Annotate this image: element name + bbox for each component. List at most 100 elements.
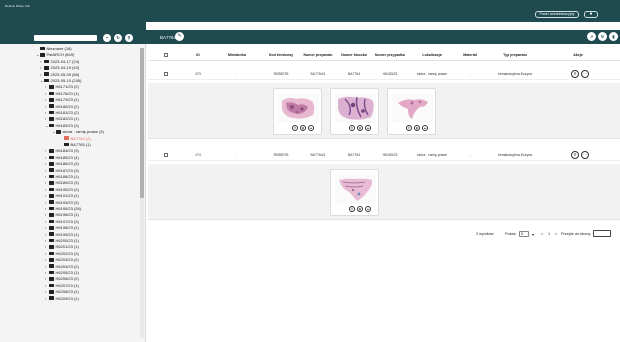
folder-icon	[49, 264, 54, 268]
thumb-zoom-button[interactable]: ⚲	[349, 206, 355, 212]
tree-item-label: 2023-04-19 (43)	[50, 65, 80, 71]
tree-item[interactable]: › H6202/23 (3)	[45, 251, 79, 256]
col-slide-type[interactable]: Typ preparatu	[503, 53, 527, 57]
next-page-button[interactable]: >	[555, 232, 557, 236]
tree-item[interactable]: › H6179/23 (1)	[45, 97, 79, 102]
view-button[interactable]: ⚲	[571, 151, 579, 159]
col-barcode[interactable]: Kod kreskowy	[269, 53, 293, 57]
tree-item[interactable]: › H6180/23 (2)	[45, 104, 79, 109]
tree-item[interactable]: › H6200/23 (1)	[45, 238, 79, 243]
col-id[interactable]: ID	[196, 53, 200, 57]
thumb-upload-button[interactable]: ▲	[365, 206, 371, 212]
tree-item[interactable]: › H6190/23 (2)	[45, 187, 79, 192]
tree-item[interactable]: Nieznane (18)	[36, 46, 72, 51]
tree-item[interactable]: › H6176/23 (1)	[45, 91, 79, 96]
add-folder-button[interactable]: +	[103, 34, 111, 42]
thumb-zoom-button[interactable]: ⚲	[292, 125, 298, 131]
tree-item[interactable]: › H6198/23 (1)	[45, 225, 79, 230]
tree-item[interactable]: › H6203/23 (2)	[45, 257, 79, 262]
tree-item[interactable]: › H6208/23 (1)	[45, 289, 79, 294]
tree-item[interactable]: BA7765 (1)	[60, 142, 91, 147]
tree-item[interactable]: ⌄ skóra - ramię prawe (3)	[52, 129, 104, 134]
tree-item[interactable]: › H6186/23 (3)	[45, 161, 79, 166]
col-material[interactable]: Materiał	[463, 53, 477, 57]
col-slide-number[interactable]: Numer preparatu	[304, 53, 333, 57]
col-location[interactable]: Lokalizacja	[422, 53, 441, 57]
logo[interactable]: MSU Medical Slides Unit	[5, 4, 183, 37]
thumb-upload-button[interactable]: ▲	[308, 125, 314, 131]
row-checkbox[interactable]	[164, 153, 168, 157]
tree-item[interactable]: › H6189/23 (3)	[45, 180, 79, 185]
tree-item[interactable]: › H6187/23 (3)	[45, 168, 79, 173]
tree-item[interactable]: › H6193/23 (3)	[45, 200, 79, 205]
tree-item[interactable]: ⌄ PatARCH (849)	[36, 52, 74, 57]
thumb-upload-button[interactable]: ▲	[365, 125, 371, 131]
tree-item[interactable]: › 2023-04-17 (24)	[40, 59, 79, 64]
tree-item[interactable]: ⌄ 2023-05-10 (245)	[40, 78, 81, 83]
tree-item[interactable]: ⌄ H6183/23 (3)	[45, 123, 79, 128]
tree-item[interactable]: › H6188/23 (1)	[45, 174, 79, 179]
admin-panel-button[interactable]: Panel administracyjny	[535, 11, 579, 18]
tree-item[interactable]: › H6182/23 (1)	[45, 116, 79, 121]
thumb-delete-button[interactable]: ▮	[414, 125, 420, 131]
tree-item[interactable]: › H6201/23 (1)	[45, 244, 79, 249]
tree-item[interactable]: › H6197/23 (3)	[45, 219, 79, 224]
tree-item[interactable]: › H6185/23 (4)	[45, 155, 79, 160]
tree-item[interactable]: › H6171/23 (2)	[45, 84, 79, 89]
tree-item[interactable]: › H6207/23 (1)	[45, 283, 79, 288]
tree-item[interactable]: › H6205/23 (1)	[45, 270, 79, 275]
trash-icon: ▮	[359, 207, 361, 211]
slide-thumbnail[interactable]: ⚲ ▮ ▲	[273, 88, 322, 135]
col-case-number[interactable]: Numer przypadku	[375, 53, 405, 57]
tree-search-input[interactable]	[34, 35, 97, 41]
more-button[interactable]: ⋯	[581, 70, 589, 78]
refresh-tree-button[interactable]: ↻	[114, 34, 122, 42]
tree-item[interactable]: › H6196/23 (1)	[45, 212, 79, 217]
thumb-upload-button[interactable]: ▲	[422, 125, 428, 131]
goto-page-input[interactable]	[593, 230, 611, 237]
tree-item-label: H6176/23 (1)	[55, 90, 79, 96]
thumb-zoom-button[interactable]: ⚲	[406, 125, 412, 131]
slide-thumbnail[interactable]: ⚲ ▮ ▲	[330, 88, 379, 135]
tree-item[interactable]: › H6195/23 (26)	[45, 206, 81, 211]
select-all-checkbox[interactable]	[164, 53, 168, 57]
col-miniature[interactable]: Miniaturka	[228, 53, 246, 57]
folder-icon	[49, 226, 54, 230]
slide-thumbnail[interactable]: ⚲ ▮ ▲	[387, 88, 436, 135]
expand-button[interactable]: ↗	[587, 32, 596, 41]
refresh-button[interactable]: ↻	[598, 32, 607, 41]
table-row[interactable]: 373 ⋮ RI058793 BA7764/1 BA7764 H6183/23 …	[148, 68, 620, 80]
thumb-delete-button[interactable]: ▮	[300, 125, 306, 131]
per-page-select[interactable]: 5	[519, 231, 529, 237]
tree-item[interactable]: › H6181/23 (2)	[45, 110, 79, 115]
thumb-zoom-button[interactable]: ⚲	[349, 125, 355, 131]
tree-item[interactable]: › H6191/23 (1)	[45, 193, 79, 198]
cell-slide-type: hematoksylina-Eozyna	[497, 153, 533, 157]
tree-item[interactable]: › 2023-05-09 (66)	[40, 72, 79, 77]
table-row[interactable]: 174 ⋮ RI058793 BA7764/1 BA7764 H6183/23 …	[148, 149, 620, 161]
folder-icon	[40, 53, 45, 57]
delete-button[interactable]: ▮	[609, 32, 618, 41]
sidebar-scrollbar-thumb[interactable]	[140, 48, 144, 198]
thumb-delete-button[interactable]: ▮	[357, 206, 363, 212]
col-block-number[interactable]: Numer bloczka	[341, 53, 367, 57]
tree-item-label: BA7765 (1)	[70, 142, 91, 147]
tree-item[interactable]: › H6209/23 (1)	[45, 296, 79, 301]
folder-icon	[49, 200, 54, 204]
search-tree-button[interactable]: ⚲	[125, 34, 133, 42]
tree-item[interactable]: › H6206/23 (2)	[45, 276, 79, 281]
folder-icon	[49, 168, 54, 172]
thumb-delete-button[interactable]: ▮	[357, 125, 363, 131]
tree-item[interactable]: › 2023-04-19 (43)	[40, 65, 79, 70]
tree-item[interactable]: › H6184/23 (3)	[45, 148, 79, 153]
tree-item[interactable]: › H6199/23 (1)	[45, 232, 79, 237]
view-button[interactable]: ⚲	[571, 70, 579, 78]
user-button[interactable]: ●	[584, 11, 598, 18]
tree-item[interactable]: BA7764 (2)	[60, 136, 91, 141]
tree-item[interactable]: › H6204/23 (2)	[45, 264, 79, 269]
more-button[interactable]: ⋯	[581, 151, 589, 159]
prev-page-button[interactable]: <	[541, 232, 543, 236]
row-checkbox[interactable]	[164, 72, 168, 76]
edit-button[interactable]: ✎	[175, 32, 184, 41]
slide-thumbnail[interactable]: ⚲ ▮ ▲	[330, 169, 379, 216]
